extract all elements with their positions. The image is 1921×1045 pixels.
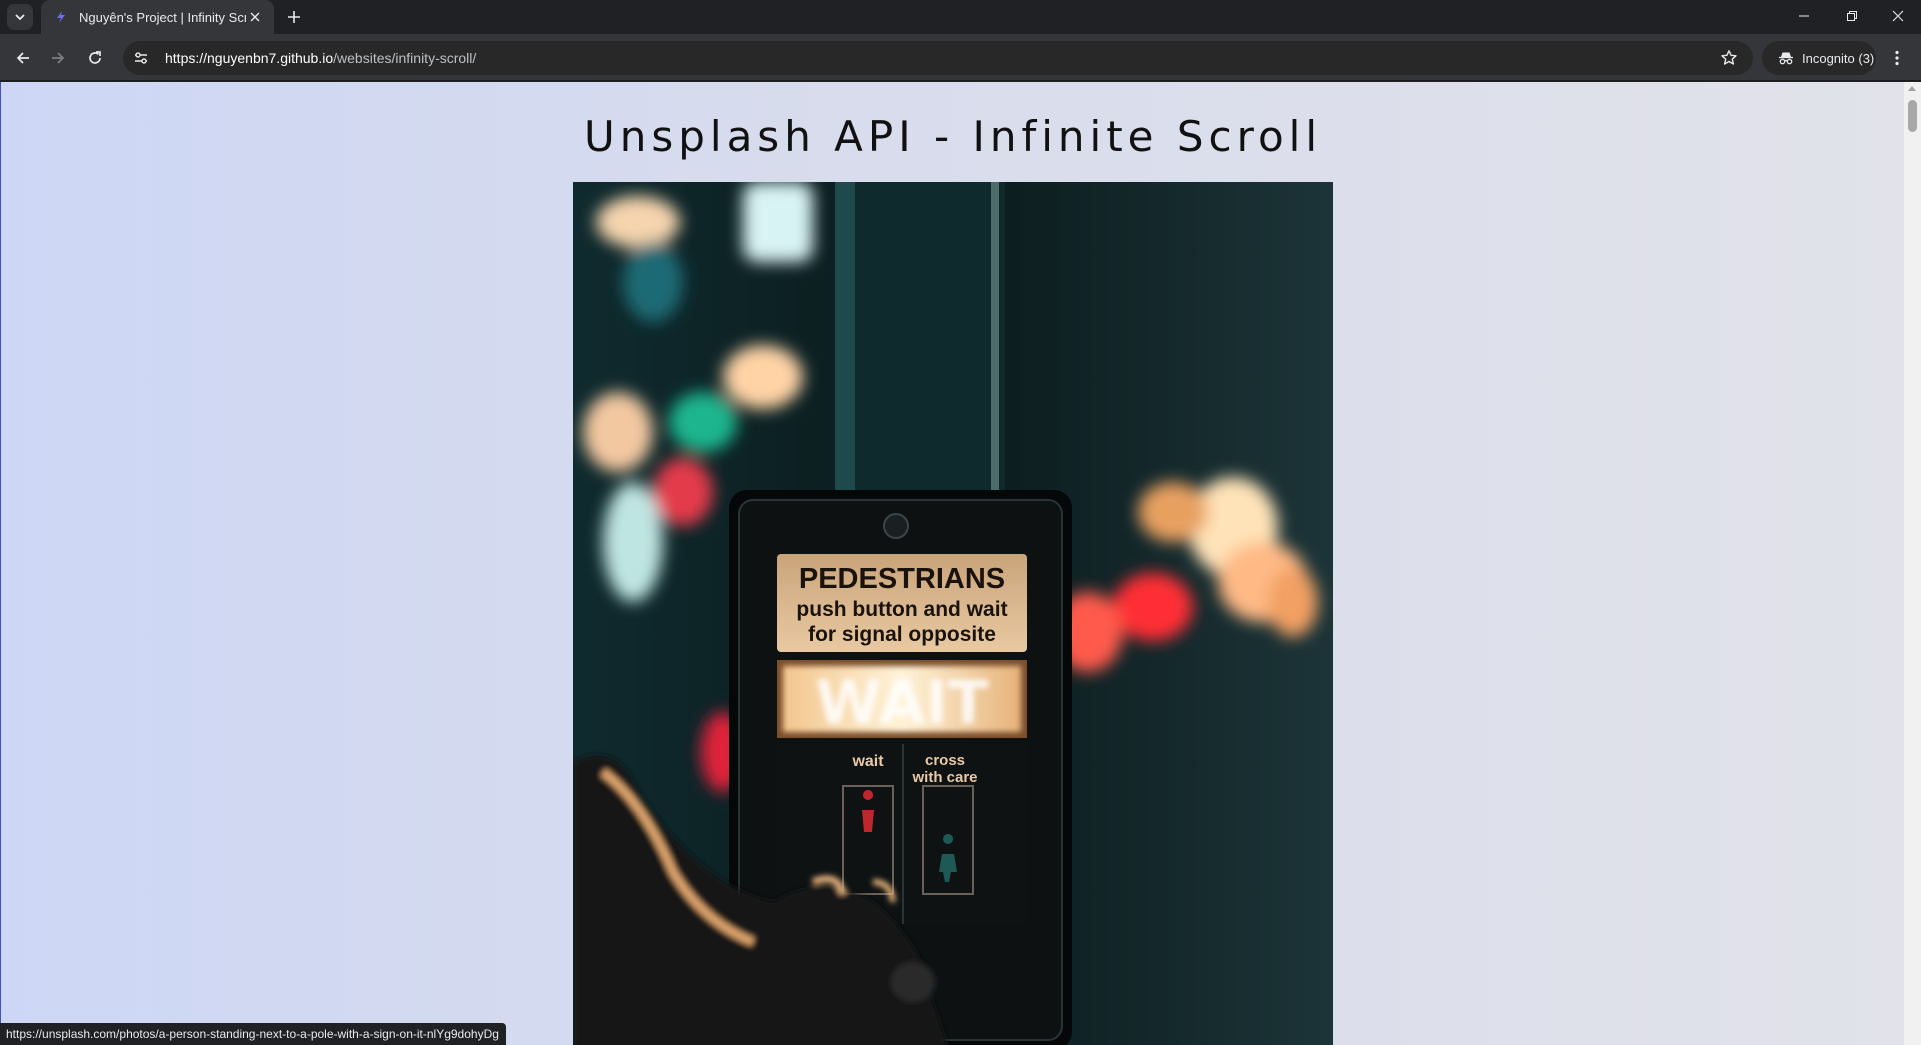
minimize-button[interactable]	[1781, 0, 1827, 32]
address-bar[interactable]: https://nguyenbn7.github.io/websites/inf…	[123, 41, 1753, 75]
restore-button[interactable]	[1829, 0, 1875, 32]
restore-icon	[1847, 11, 1857, 21]
incognito-icon	[1779, 52, 1793, 65]
url-host: https://nguyenbn7.github.io	[165, 50, 334, 66]
arrow-right-icon	[52, 52, 65, 64]
sign-text-push-button: push button and wait	[796, 598, 1007, 621]
close-icon[interactable]	[246, 8, 264, 26]
sign-text-pedestrians: PEDESTRIANS	[799, 563, 1005, 595]
back-button[interactable]	[8, 43, 38, 73]
arrow-left-icon	[16, 52, 29, 64]
label-with-care: with care	[911, 769, 977, 786]
sign-text-signal-opposite: for signal opposite	[808, 623, 996, 646]
star-icon[interactable]	[1717, 46, 1741, 70]
signal-text-wait: WAIT	[815, 668, 988, 738]
lightning-icon	[53, 9, 69, 25]
browser-toolbar: https://nguyenbn7.github.io/websites/inf…	[0, 34, 1921, 81]
minimize-icon	[1799, 15, 1809, 17]
forward-button[interactable]	[43, 43, 73, 73]
new-tab-button[interactable]	[280, 3, 308, 31]
label-cross: cross	[925, 752, 965, 769]
label-wait: wait	[851, 753, 884, 770]
tab-search-button[interactable]	[7, 4, 33, 30]
close-icon	[1892, 10, 1904, 22]
plus-icon	[288, 11, 300, 23]
tab-title: Nguyên's Project | Infinity Scroll	[79, 9, 246, 25]
scrollbar-thumb[interactable]	[1908, 100, 1917, 132]
reload-button[interactable]	[80, 43, 110, 73]
incognito-indicator[interactable]: Incognito (3)	[1762, 41, 1876, 75]
incognito-label: Incognito (3)	[1802, 50, 1875, 66]
browser-title-bar: Nguyên's Project | Infinity Scroll	[0, 0, 1921, 34]
close-window-button[interactable]	[1875, 0, 1921, 32]
chevron-down-icon	[15, 14, 25, 21]
scroll-up-arrow-icon[interactable]	[1908, 86, 1916, 91]
link-status-bubble: https://unsplash.com/photos/a-person-sta…	[0, 1023, 506, 1045]
reload-icon	[89, 51, 101, 64]
page-viewport: Unsplash API - Infinite Scroll PEDESTRIA…	[0, 82, 1904, 1045]
photo-image: PEDESTRIANS push button and wait for sig…	[573, 182, 1333, 1045]
unsplash-photo-link[interactable]: PEDESTRIANS push button and wait for sig…	[573, 182, 1333, 1045]
tune-icon[interactable]	[127, 44, 155, 72]
page-title: Unsplash API - Infinite Scroll	[584, 112, 1322, 161]
browser-tab-active[interactable]: Nguyên's Project | Infinity Scroll	[41, 0, 274, 34]
vertical-scrollbar[interactable]	[1904, 82, 1921, 1045]
url-path: /websites/infinity-scroll/	[333, 50, 477, 66]
url-text: https://nguyenbn7.github.io/websites/inf…	[165, 50, 476, 66]
kebab-menu-icon[interactable]	[1885, 46, 1909, 70]
